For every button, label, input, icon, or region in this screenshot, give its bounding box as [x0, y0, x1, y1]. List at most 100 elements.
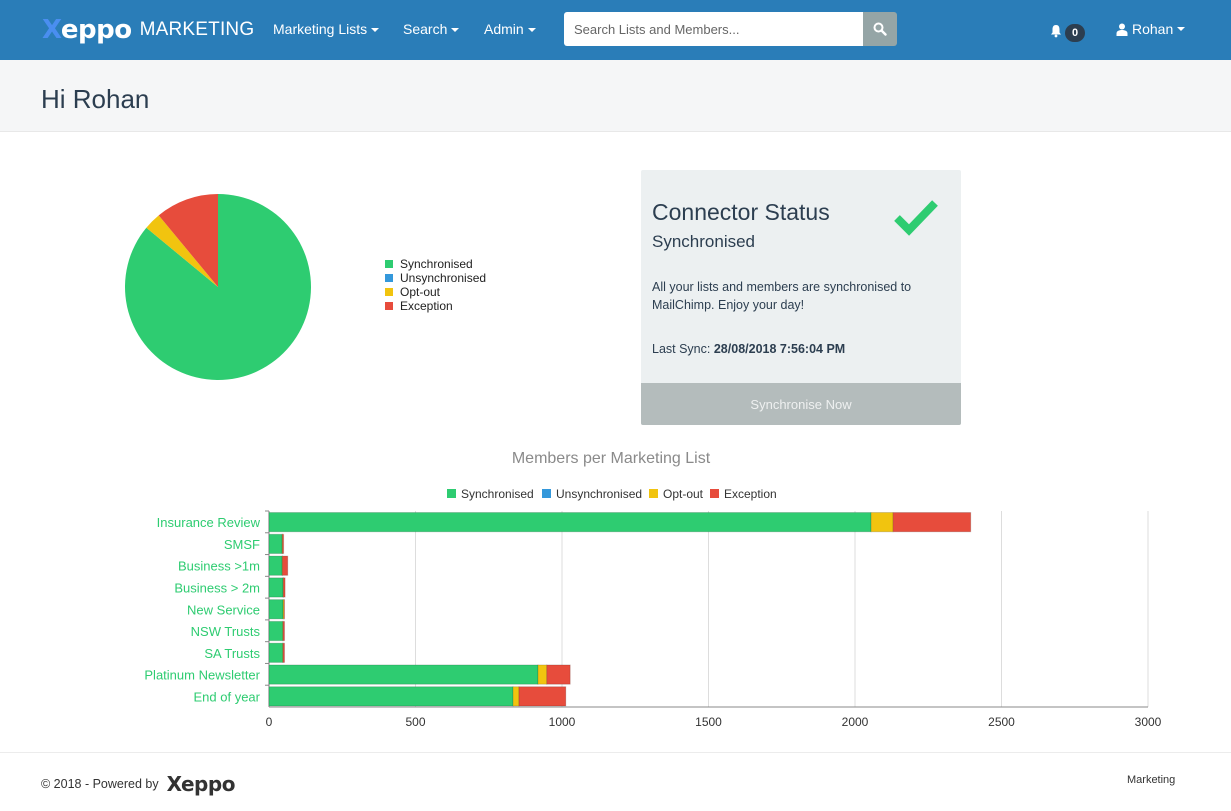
pie-legend-item: Opt-out: [385, 285, 486, 299]
chart-title: Members per Marketing List: [512, 450, 711, 467]
bar-segment[interactable]: [268, 555, 283, 576]
x-tick-label: 2500: [988, 715, 1015, 729]
pie-legend-item: Exception: [385, 299, 486, 313]
y-category-label[interactable]: Insurance Review: [157, 515, 261, 530]
caret-down-icon: [371, 28, 380, 33]
footer-xeppo-logo[interactable]: Xeppo: [167, 772, 236, 796]
bar-segment[interactable]: [268, 620, 284, 642]
checkmark-icon: [894, 200, 938, 236]
y-category-label[interactable]: End of year: [194, 689, 261, 704]
top-navbar: Xeppo MARKETING Marketing Lists Search A…: [0, 0, 1231, 60]
xeppo-logo: Xeppo: [42, 15, 132, 45]
search-button[interactable]: [863, 12, 897, 46]
nav-admin-label: Admin: [484, 21, 524, 37]
bar-segment[interactable]: [281, 555, 289, 576]
legend-label: Exception: [400, 299, 453, 313]
bar-segment[interactable]: [870, 512, 894, 533]
synchronise-now-button[interactable]: Synchronise Now: [641, 383, 961, 425]
x-tick-label: 3000: [1135, 715, 1162, 729]
legend-swatch-exception: [385, 302, 393, 310]
search-bar: [564, 12, 897, 46]
legend-swatch: [649, 489, 658, 498]
bar-segment[interactable]: [268, 664, 539, 685]
legend-label: Exception: [724, 487, 777, 501]
page-header: Hi Rohan: [0, 60, 1231, 132]
last-sync-label: Last Sync:: [652, 342, 711, 356]
bar-chart-svg: Members per Marketing List Synchronised Un…: [144, 450, 1162, 729]
bar-segment[interactable]: [281, 533, 285, 555]
user-icon: [1116, 23, 1128, 36]
legend-label: Synchronised: [461, 487, 534, 501]
caret-down-icon: [451, 28, 460, 33]
bar-segment[interactable]: [518, 686, 567, 707]
notification-count-badge: 0: [1065, 24, 1085, 42]
connector-status-value: Synchronised: [652, 232, 756, 251]
pie-legend-item: Unsynchronised: [385, 271, 486, 285]
bar-segment[interactable]: [268, 599, 284, 620]
footer-divider: [0, 752, 1231, 753]
x-tick-label: 1000: [549, 715, 576, 729]
connector-status-card: Connector Status Synchronised All your l…: [641, 170, 961, 425]
y-category-label[interactable]: New Service: [187, 602, 260, 617]
x-tick-label: 1500: [695, 715, 722, 729]
legend-swatch-opt-out: [385, 288, 393, 296]
bar-segment[interactable]: [892, 512, 972, 533]
bar-segment[interactable]: [512, 686, 520, 707]
last-sync-value: 28/08/2018 7:56:04 PM: [713, 342, 846, 356]
bell-icon: [1051, 25, 1061, 38]
legend-label: Opt-out: [400, 285, 441, 299]
bar-segment[interactable]: [268, 642, 284, 663]
legend-swatch-synchronised: [385, 260, 393, 268]
y-category-label[interactable]: SMSF: [224, 537, 260, 552]
nav-marketing-lists-label: Marketing Lists: [273, 21, 368, 37]
search-icon: [873, 22, 887, 36]
bar-segment[interactable]: [537, 664, 548, 685]
legend-label: Opt-out: [663, 487, 704, 501]
legend-label: Unsynchronised: [556, 487, 642, 501]
legend-swatch-unsynchronised: [385, 274, 393, 282]
x-tick-label: 0: [266, 715, 273, 729]
y-category-label[interactable]: Business >1m: [178, 559, 260, 574]
y-category-label[interactable]: Platinum Newsletter: [144, 668, 260, 683]
user-menu[interactable]: Rohan: [1116, 21, 1186, 37]
y-category-label[interactable]: Business > 2m: [174, 580, 260, 595]
connector-status-title: Connector Status: [652, 199, 830, 225]
legend-label: Unsynchronised: [400, 271, 487, 285]
footer-app-name: Marketing: [1127, 774, 1176, 786]
nav-marketing-lists[interactable]: Marketing Lists: [273, 21, 380, 37]
bar-segment[interactable]: [282, 642, 286, 663]
legend-swatch: [710, 489, 719, 498]
caret-down-icon: [1177, 27, 1186, 31]
bar-segment[interactable]: [268, 686, 514, 707]
legend-swatch: [447, 489, 456, 498]
bar-segment[interactable]: [283, 599, 286, 620]
x-tick-label: 500: [405, 715, 425, 729]
x-tick-label: 2000: [842, 715, 869, 729]
pie-legend-item: Synchronised: [385, 257, 486, 271]
connector-status-message: All your lists and members are synchroni…: [652, 280, 912, 312]
nav-admin[interactable]: Admin: [484, 21, 536, 37]
search-input[interactable]: [564, 12, 863, 46]
notifications-button[interactable]: 0: [1050, 20, 1085, 42]
bar-segment[interactable]: [268, 577, 284, 598]
copyright-text: © 2018 - Powered by: [41, 777, 159, 791]
nav-search-label: Search: [403, 21, 448, 37]
pie-legend: Synchronised Unsynchronised Opt-out Exce…: [385, 257, 486, 313]
y-category-label[interactable]: SA Trusts: [204, 646, 260, 661]
legend-swatch: [542, 489, 551, 498]
footer-copyright: © 2018 - Powered by Xeppo: [41, 772, 235, 796]
bar-segment[interactable]: [546, 664, 571, 685]
brand-text: MARKETING: [139, 19, 255, 40]
y-category-label[interactable]: NSW Trusts: [191, 624, 261, 639]
greeting-title: Hi Rohan: [41, 84, 150, 114]
user-name: Rohan: [1132, 21, 1174, 37]
brand[interactable]: Xeppo MARKETING: [42, 14, 254, 46]
bar-segment[interactable]: [282, 577, 286, 598]
bar-segment[interactable]: [268, 512, 872, 533]
caret-down-icon: [527, 28, 536, 33]
members-per-list-chart: Members per Marketing List Synchronised Un…: [0, 440, 1231, 740]
nav-search[interactable]: Search: [403, 21, 460, 37]
bar-segment[interactable]: [268, 533, 283, 555]
last-sync: Last Sync: 28/08/2018 7:56:04 PM: [652, 342, 845, 356]
bar-segment[interactable]: [282, 620, 286, 642]
